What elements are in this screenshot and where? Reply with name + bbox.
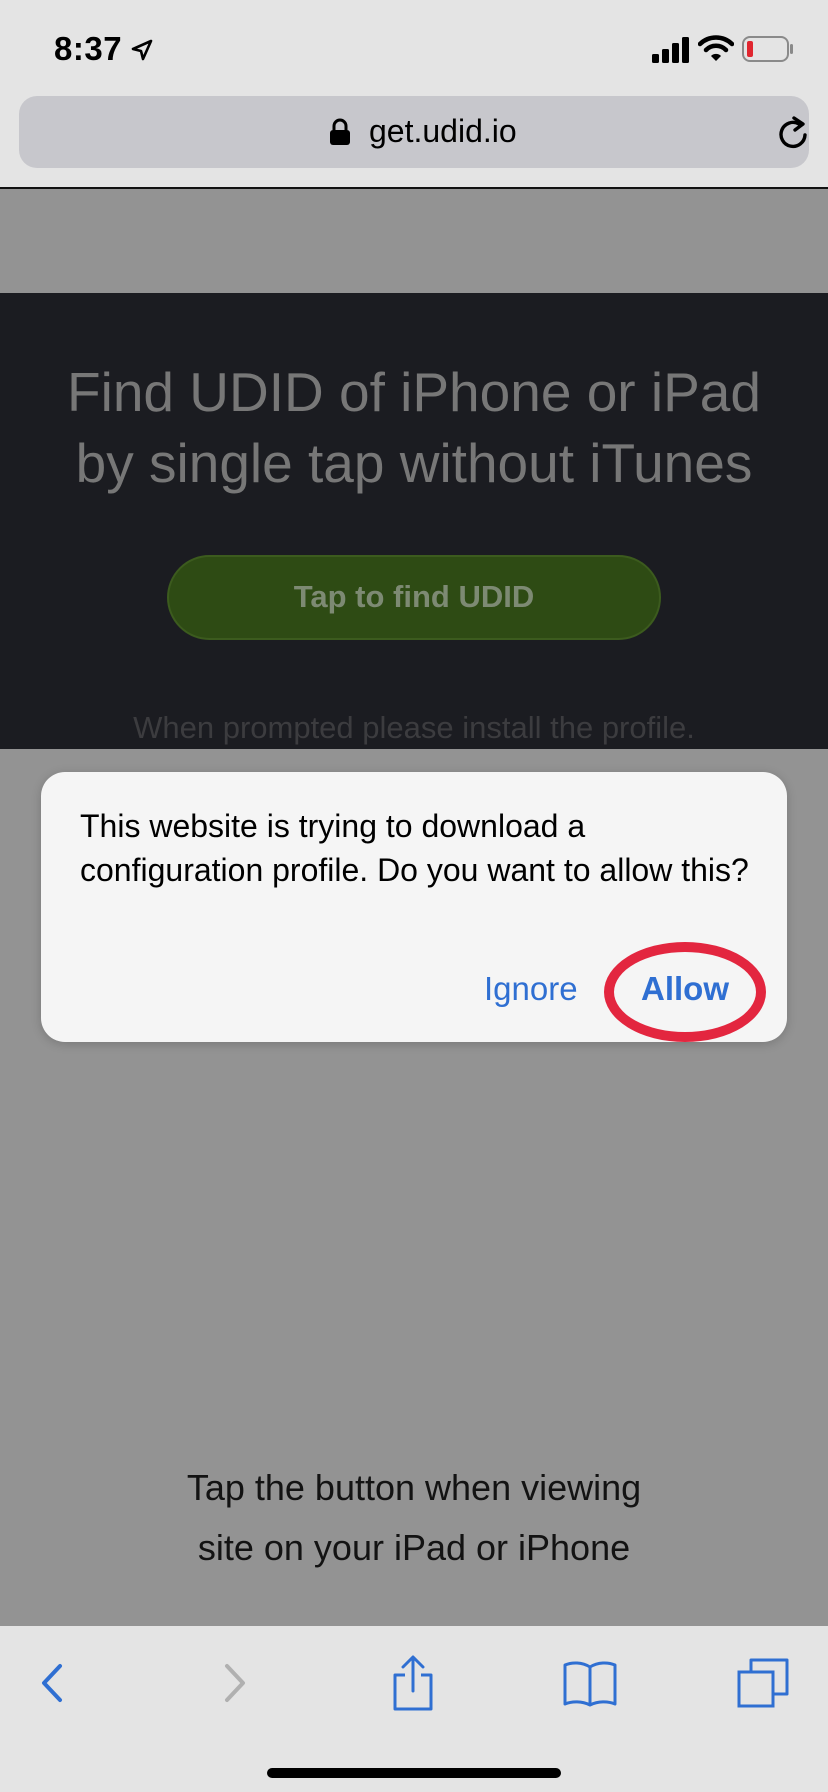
hero-section: Find UDID of iPhone or iPad by single ta… bbox=[0, 293, 828, 749]
address-bar[interactable]: get.udid.io bbox=[19, 96, 809, 168]
location-arrow-icon bbox=[131, 39, 153, 61]
hero-title: Find UDID of iPhone or iPad by single ta… bbox=[0, 357, 828, 499]
allow-highlight-ring bbox=[604, 942, 766, 1042]
clock: 8:37 bbox=[54, 30, 123, 67]
bottom-note-line1: Tap the button when viewing bbox=[186, 1467, 642, 1508]
install-profile-note: When prompted please install the profile… bbox=[133, 710, 695, 745]
find-udid-button[interactable]: Tap to find UDID bbox=[167, 555, 661, 640]
home-indicator bbox=[267, 1768, 561, 1778]
share-button[interactable] bbox=[378, 1648, 448, 1718]
battery-icon bbox=[742, 36, 793, 62]
bottom-note-line2: site on your iPad or iPhone bbox=[197, 1527, 631, 1568]
wifi-icon bbox=[698, 35, 734, 61]
hero-title-line2: by single tap without iTunes bbox=[75, 432, 753, 494]
tabs-button[interactable] bbox=[728, 1648, 798, 1718]
status-bar: 8:37 bbox=[0, 0, 828, 96]
cellular-signal-icon bbox=[652, 37, 689, 63]
reload-icon[interactable] bbox=[777, 115, 811, 151]
back-button[interactable] bbox=[16, 1648, 86, 1718]
chevron-left-icon bbox=[42, 1664, 62, 1702]
url-text[interactable]: get.udid.io bbox=[369, 113, 517, 150]
bookmarks-button[interactable] bbox=[555, 1648, 625, 1718]
hero-title-line1: Find UDID of iPhone or iPad bbox=[67, 361, 761, 423]
share-icon bbox=[393, 1655, 433, 1711]
book-icon bbox=[563, 1661, 617, 1707]
chevron-right-icon bbox=[225, 1664, 245, 1702]
bottom-note: Tap the button when viewing site on your… bbox=[0, 1458, 828, 1578]
ignore-button[interactable]: Ignore bbox=[484, 970, 578, 1008]
lock-icon bbox=[330, 118, 350, 145]
tabs-icon bbox=[737, 1658, 789, 1708]
dialog-message: This website is trying to download a con… bbox=[80, 808, 749, 888]
forward-button[interactable] bbox=[199, 1648, 269, 1718]
